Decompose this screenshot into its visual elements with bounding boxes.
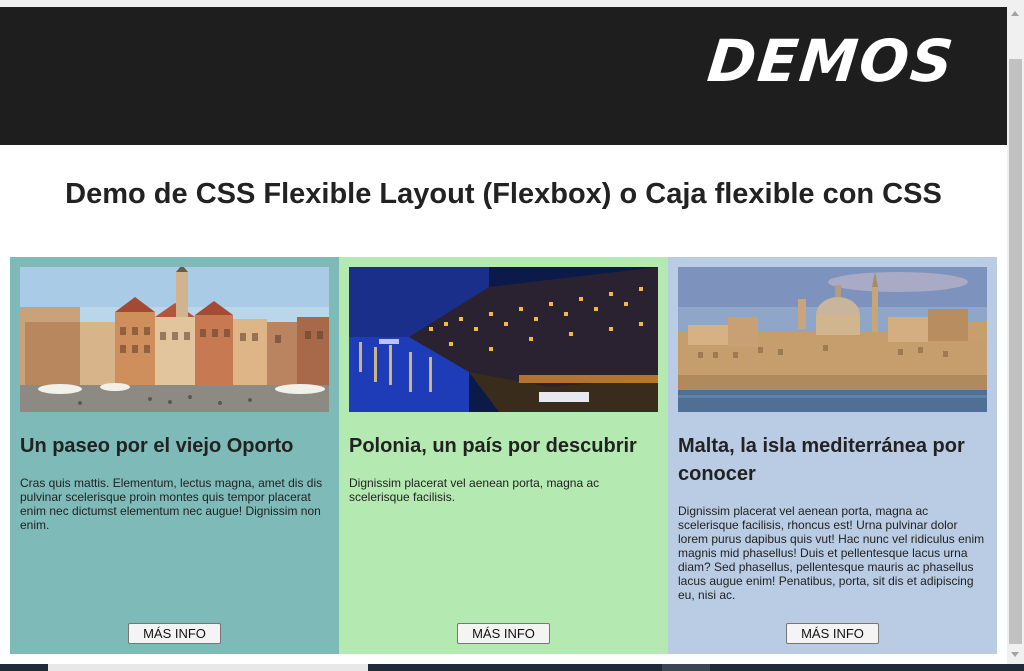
card-oporto: Un paseo por el viejo Oporto Cras quis m…	[10, 257, 339, 654]
page-title: Demo de CSS Flexible Layout (Flexbox) o …	[65, 178, 942, 210]
site-header: DEMOS	[0, 7, 1007, 145]
scroll-thumb[interactable]	[1009, 59, 1022, 644]
old-town-square-photo	[20, 267, 329, 412]
more-info-button[interactable]: MÁS INFO	[128, 623, 221, 644]
taskbar-search-box[interactable]	[48, 664, 368, 671]
card-polonia: Polonia, un país por descubrir Dignissim…	[339, 257, 668, 654]
card-text: Cras quis mattis. Elementum, lectus magn…	[20, 476, 323, 532]
card-text: Dignissim placerat vel aenean porta, mag…	[349, 476, 600, 504]
card-title: Malta, la isla mediterránea por conocer	[678, 435, 965, 485]
flex-container: Un paseo por el viejo Oporto Cras quis m…	[10, 257, 997, 654]
browser-top-edge	[0, 0, 1024, 7]
scroll-down-arrow-icon[interactable]	[1011, 652, 1019, 657]
more-info-button[interactable]: MÁS INFO	[457, 623, 550, 644]
malta-skyline-photo	[678, 267, 987, 412]
vertical-scrollbar[interactable]	[1007, 7, 1024, 664]
card-malta: Malta, la isla mediterránea por conocer …	[668, 257, 997, 654]
card-title: Polonia, un país por descubrir	[349, 435, 637, 457]
os-taskbar	[0, 664, 1024, 671]
taskbar-active-app[interactable]	[662, 664, 710, 671]
card-text: Dignissim placerat vel aenean porta, mag…	[678, 504, 985, 602]
demos-logo[interactable]: DEMOS	[704, 27, 958, 95]
card-title: Un paseo por el viejo Oporto	[20, 435, 294, 457]
more-info-button[interactable]: MÁS INFO	[786, 623, 879, 644]
night-harbour-photo	[349, 267, 658, 412]
scroll-up-arrow-icon[interactable]	[1011, 11, 1019, 16]
